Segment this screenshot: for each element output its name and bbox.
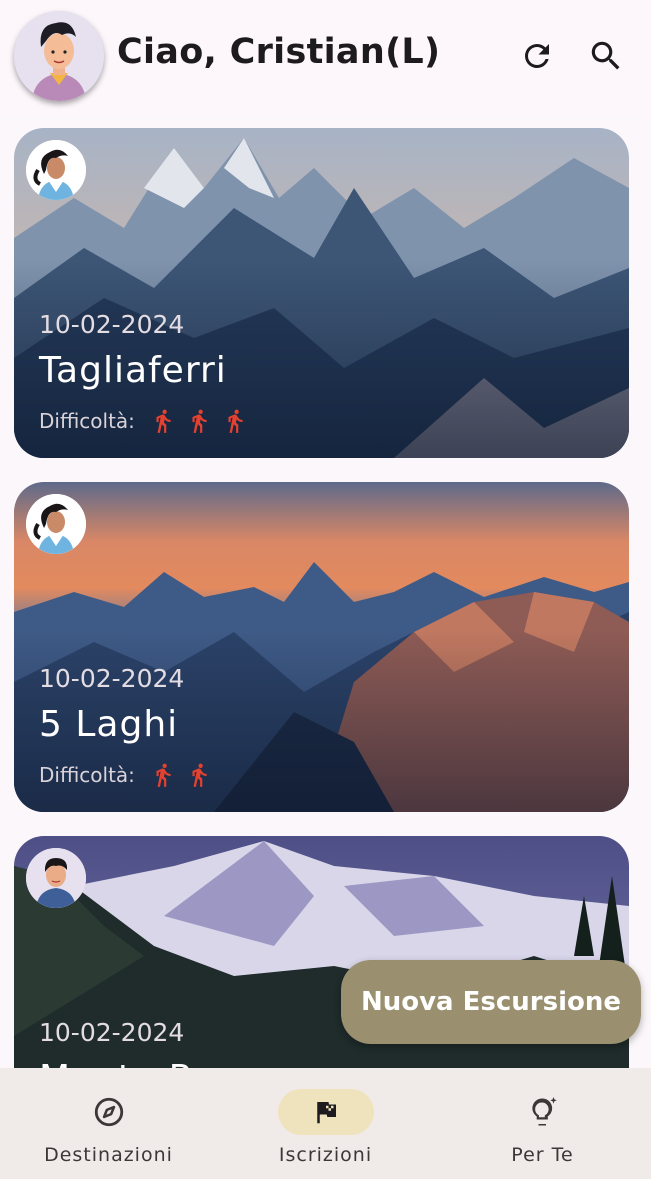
nav-item-per-te[interactable]: Per Te [434,1068,651,1179]
excursion-date: 10-02-2024 [39,664,185,693]
excursion-card-wrapper: 10-02-2024 5 Laghi Difficoltà: [0,470,651,824]
search-button[interactable] [584,34,628,78]
nav-label: Per Te [511,1144,574,1166]
search-icon [591,41,620,70]
hiker-icon [145,757,181,793]
hiker-icon [181,403,217,439]
difficulty-label: Difficoltà: [39,409,135,433]
hiker-icon [217,403,253,439]
refresh-icon [524,43,549,68]
owner-avatar [26,140,86,200]
difficulty-row: Difficoltà: [39,757,217,793]
excursion-card[interactable]: 10-02-2024 5 Laghi Difficoltà: [14,482,629,812]
greeting-title: Ciao, Cristian(L) [117,32,441,72]
nav-active-indicator [277,1089,374,1135]
excursion-card[interactable]: 10-02-2024 Tagliaferri Difficoltà: [14,128,629,458]
excursion-title: Tagliaferri [39,350,227,391]
nav-label: Iscrizioni [278,1144,373,1166]
hiker-icon [145,403,181,439]
excursion-title: Monte R [39,1058,195,1068]
flag-icon [316,1102,336,1124]
lightbulb-icon [531,1097,557,1126]
nav-item-iscrizioni[interactable]: Iscrizioni [217,1068,434,1179]
hiker-icon [181,757,217,793]
difficulty-label: Difficoltà: [39,763,135,787]
excursion-list[interactable]: 10-02-2024 Tagliaferri Difficoltà: 10-02… [0,116,651,1068]
bottom-navigation: Destinazioni Iscrizioni Per Te [0,1068,651,1179]
nav-icon-container [61,1089,157,1135]
excursion-card-wrapper: 10-02-2024 Tagliaferri Difficoltà: [0,116,651,470]
excursion-title: 5 Laghi [39,704,179,745]
difficulty-row: Difficoltà: [39,403,253,439]
owner-avatar [26,848,86,908]
new-excursion-button[interactable]: Nuova Escursione [341,960,641,1044]
app-header: Ciao, Cristian(L) [0,0,651,116]
difficulty-hikers [145,403,253,439]
nav-icon-container [495,1089,591,1135]
user-avatar[interactable] [14,11,104,101]
nav-item-destinazioni[interactable]: Destinazioni [0,1068,217,1179]
excursion-date: 10-02-2024 [39,310,185,339]
nav-label: Destinazioni [44,1144,173,1166]
owner-avatar [26,494,86,554]
difficulty-hikers [145,757,217,793]
excursion-date: 10-02-2024 [39,1018,185,1047]
refresh-button[interactable] [515,34,559,78]
compass-icon [94,1097,123,1127]
